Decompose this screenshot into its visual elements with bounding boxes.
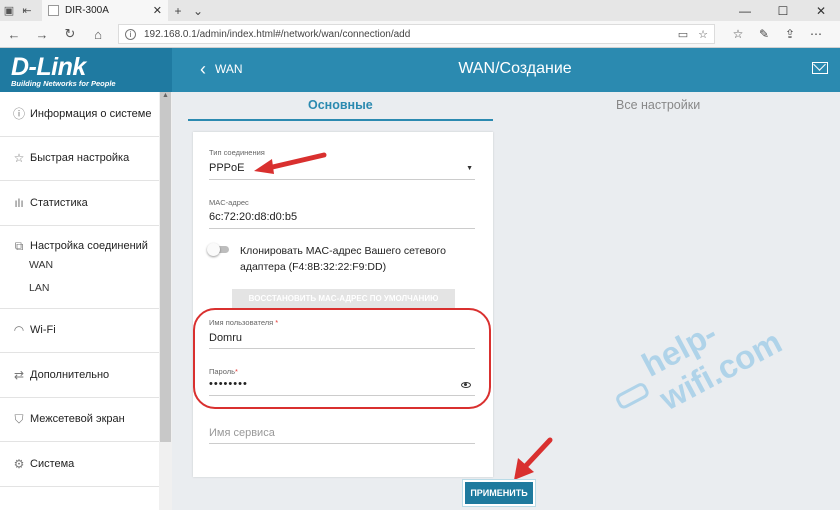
field-underline <box>209 179 475 180</box>
conn-type-select[interactable]: PPPoE <box>209 162 244 174</box>
app-header: D-Link Building Networks for People ‹ WA… <box>0 48 840 92</box>
share-icon[interactable]: ⇪ <box>777 27 803 41</box>
home-icon[interactable]: ⌂ <box>84 27 112 42</box>
sidebar-item-label: Быстрая настройка <box>30 152 130 165</box>
logo-text: D-Link <box>11 53 86 81</box>
browser-tabbar: ▣ ⇤ DIR-300A ✕ + ⌄ — ☐ ✕ <box>0 0 840 21</box>
service-name-input[interactable]: Имя сервиса <box>209 427 275 439</box>
sidebar-item-label: Межсетевой экран <box>30 413 125 426</box>
main-tabs: Основные Все настройки <box>188 92 840 121</box>
field-underline <box>209 228 475 229</box>
sidebar-subitem-wan[interactable]: WAN <box>10 254 53 277</box>
browser-tab[interactable]: DIR-300A ✕ <box>42 0 168 21</box>
sidebar-item-connections[interactable]: ⧉ Настройка соединений WAN LAN <box>0 226 171 309</box>
more-icon[interactable]: ⋯ <box>803 27 829 41</box>
sidebar-scroll-thumb[interactable] <box>160 92 171 442</box>
network-icon: ⧉ <box>14 238 24 253</box>
pen-icon[interactable]: ✎ <box>751 27 777 41</box>
restore-mac-button[interactable]: ВОССТАНОВИТЬ MAC-АДРЕС ПО УМОЛЧАНИЮ <box>232 289 455 309</box>
sidebar-item-system-info[interactable]: ⓘ Информация о системе <box>0 92 171 137</box>
mail-icon[interactable] <box>812 62 828 74</box>
sidebar-item-firewall[interactable]: ⛉ Межсетевой экран <box>0 398 171 442</box>
mac-input[interactable]: 6c:72:20:d8:d0:b5 <box>209 211 297 223</box>
sidebar-item-statistics[interactable]: ılı Статистика <box>0 181 171 226</box>
tab-all-settings[interactable]: Все настройки <box>616 98 700 112</box>
router-icon <box>614 381 651 411</box>
sidebar-item-system[interactable]: ⚙ Система <box>0 442 171 487</box>
sidebar-subitem-lan[interactable]: LAN <box>10 277 49 300</box>
sidebar-item-label: Wi-Fi <box>30 324 56 337</box>
url-text: 192.168.0.1/admin/index.html#/network/wa… <box>144 28 411 40</box>
dlink-logo[interactable]: D-Link Building Networks for People <box>0 48 172 92</box>
highlight-oval <box>193 308 491 409</box>
logo-tagline: Building Networks for People <box>11 79 116 88</box>
address-bar: ← → ↻ ⌂ i 192.168.0.1/admin/index.html#/… <box>0 21 840 48</box>
tab-basic[interactable]: Основные <box>308 98 373 112</box>
forward-icon[interactable]: → <box>28 27 56 42</box>
chevron-left-icon: ‹ <box>200 59 206 79</box>
sidebar-item-wifi[interactable]: ◠ Wi-Fi <box>0 309 171 353</box>
sidebar-item-label: Настройка соединений <box>30 240 148 252</box>
red-arrow-icon <box>514 437 553 480</box>
favorites-hub-icon[interactable]: ☆ <box>725 27 751 41</box>
toggle-knob <box>207 243 220 256</box>
info-icon: ⓘ <box>12 107 25 122</box>
tab-actions-icon[interactable]: ▣ <box>0 0 18 21</box>
mac-label: MAC-адрес <box>209 198 249 207</box>
red-arrow-icon <box>254 152 327 174</box>
sidebar-item-label: Система <box>30 457 75 470</box>
arrows-icon: ⇄ <box>13 367 25 382</box>
reading-view-icon[interactable]: ▭ <box>678 28 688 41</box>
active-tab-indicator <box>188 119 493 121</box>
tab-close-icon[interactable]: ✕ <box>153 4 162 17</box>
sidebar: ⓘ Информация о системе ☆ Быстрая настрой… <box>0 92 172 510</box>
sidebar-item-label: Статистика <box>30 196 88 209</box>
dropdown-arrow-icon[interactable]: ▼ <box>466 165 473 172</box>
connection-form: Тип соединения PPPoE ▼ MAC-адрес 6c:72:2… <box>193 132 493 477</box>
wifi-icon: ◠ <box>13 323 25 338</box>
window-close-icon[interactable]: ✕ <box>802 4 840 18</box>
gear-icon: ⚙ <box>13 456 25 471</box>
shield-icon: ⛉ <box>14 411 24 426</box>
watermark: help-wifi.com <box>600 257 840 437</box>
apply-button[interactable]: ПРИМЕНИТЬ <box>465 482 533 504</box>
favicon-icon <box>48 5 59 16</box>
new-tab-button[interactable]: + <box>168 4 188 18</box>
sidebar-item-label: Информация о системе <box>30 107 152 120</box>
sidebar-item-quick-setup[interactable]: ☆ Быстрая настройка <box>0 137 171 181</box>
browser-tab-title: DIR-300A <box>65 5 109 16</box>
tab-list-button[interactable]: ⌄ <box>188 4 208 18</box>
watermark-text: help-wifi.com <box>635 313 788 418</box>
site-info-icon[interactable]: i <box>125 28 136 40</box>
field-underline <box>209 443 475 444</box>
tab-back-icon[interactable]: ⇤ <box>18 0 36 21</box>
url-input[interactable]: i 192.168.0.1/admin/index.html#/network/… <box>118 24 715 44</box>
clone-mac-toggle[interactable] <box>207 243 229 256</box>
maximize-icon[interactable]: ☐ <box>764 4 802 18</box>
minimize-icon[interactable]: — <box>726 4 764 18</box>
back-to-wan-link[interactable]: ‹ WAN <box>200 59 243 79</box>
bar-chart-icon: ılı <box>14 195 24 210</box>
scroll-up-icon[interactable]: ▲ <box>160 92 171 102</box>
favorite-star-icon[interactable]: ☆ <box>698 28 708 41</box>
back-icon[interactable]: ← <box>0 27 28 42</box>
sidebar-item-advanced[interactable]: ⇄ Дополнительно <box>0 353 171 398</box>
star-icon: ☆ <box>13 151 25 166</box>
refresh-icon[interactable]: ↻ <box>56 26 84 42</box>
back-link-label: WAN <box>215 62 243 76</box>
sidebar-item-label: Дополнительно <box>30 368 110 381</box>
clone-mac-label: Клонировать MAC-адрес Вашего сетевого ад… <box>240 245 446 273</box>
page-title: WAN/Создание <box>458 60 572 77</box>
